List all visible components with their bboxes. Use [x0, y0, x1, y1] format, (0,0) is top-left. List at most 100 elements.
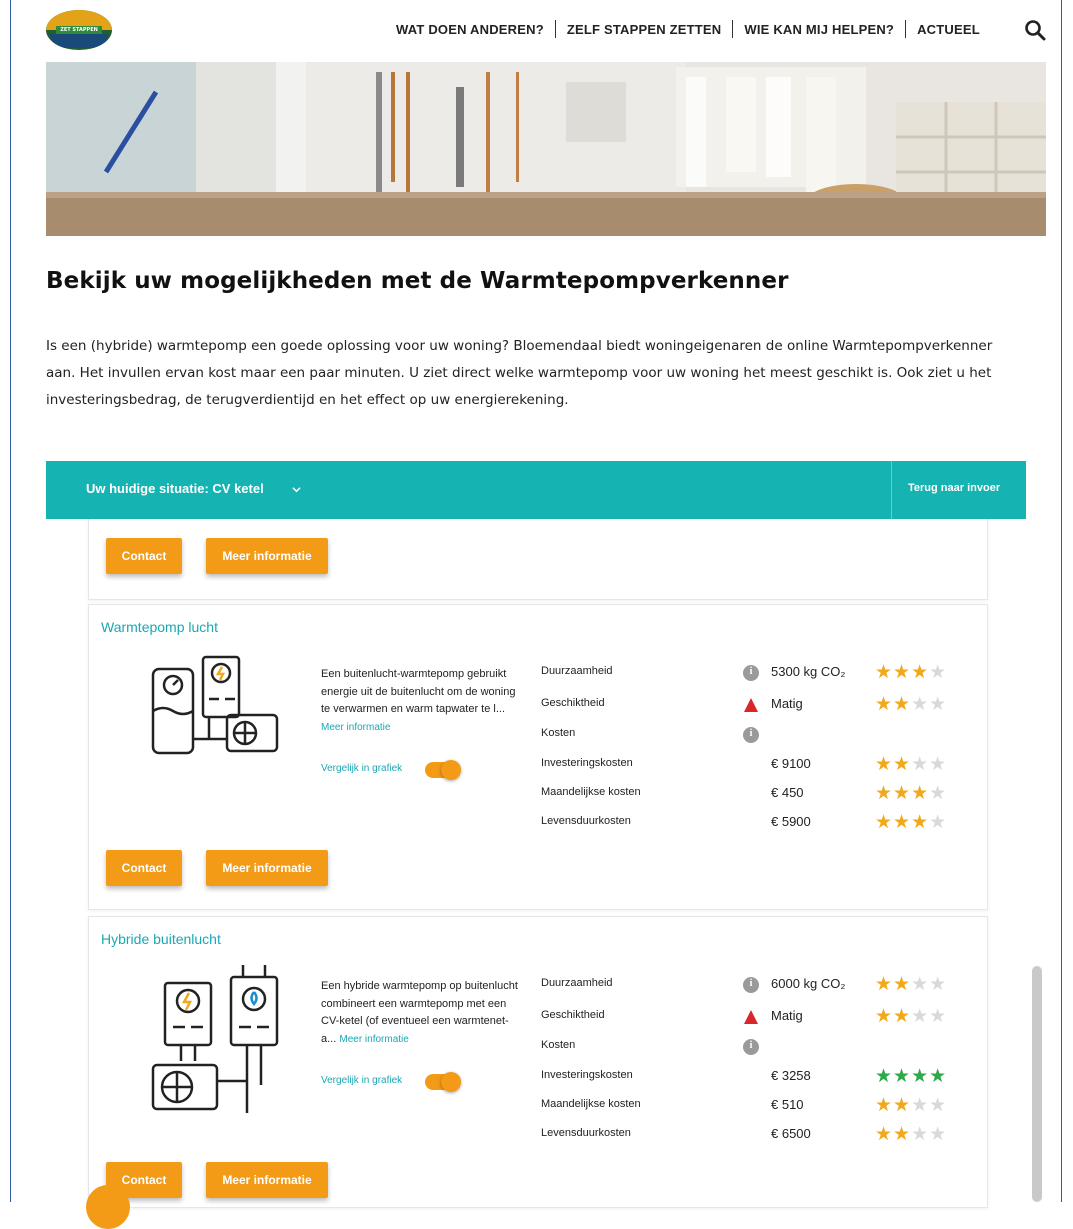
star-rating: ★★★★ — [875, 755, 947, 775]
star-icon: ★ — [875, 1124, 894, 1145]
star-icon: ★ — [929, 662, 948, 683]
more-info-button[interactable]: Meer informatie — [206, 850, 328, 886]
star-icon: ★ — [929, 694, 948, 715]
search-icon[interactable] — [1024, 19, 1046, 41]
star-rating: ★★★★ — [875, 813, 947, 833]
chat-bubble-button[interactable] — [86, 1185, 130, 1229]
main-nav: WAT DOEN ANDEREN? ZELF STAPPEN ZETTEN WI… — [396, 20, 980, 38]
metric-row-kosten: Kosten i — [541, 1037, 961, 1057]
star-icon: ★ — [911, 974, 930, 995]
star-icon: ★ — [929, 1066, 948, 1087]
chevron-down-icon[interactable] — [292, 485, 301, 494]
hybrid-heat-pump-illustration-icon — [151, 965, 279, 1113]
metric-row-kosten: Kosten i — [541, 725, 961, 745]
star-rating: ★★★★ — [875, 1067, 947, 1087]
hero-image — [46, 62, 1046, 236]
star-icon: ★ — [875, 1006, 894, 1027]
star-rating: ★★★★ — [875, 695, 947, 715]
star-rating: ★★★★ — [875, 663, 947, 683]
more-info-button[interactable]: Meer informatie — [206, 538, 328, 574]
metric-row-duurzaamheid: Duurzaamheid i 6000 kg CO₂ ★★★★ — [541, 974, 948, 995]
warning-icon — [744, 1010, 758, 1024]
situation-bar: Uw huidige situatie: CV ketel Terug naar… — [46, 461, 1026, 519]
metric-row-investeringskosten: Investeringskosten € 9100 ★★★★ — [541, 754, 948, 775]
more-info-link[interactable]: Meer informatie — [321, 722, 390, 733]
star-icon: ★ — [911, 1006, 930, 1027]
star-icon: ★ — [929, 812, 948, 833]
compare-in-chart-label: Vergelijk in grafiek — [321, 763, 403, 774]
metric-row-geschiktheid: Geschiktheid Matig ★★★★ — [541, 694, 948, 715]
metric-row-levensduurkosten: Levensduurkosten € 5900 ★★★★ — [541, 812, 948, 833]
back-to-input-link[interactable]: Terug naar invoer — [908, 482, 1000, 494]
star-icon: ★ — [893, 1095, 912, 1116]
metric-row-levensduurkosten: Levensduurkosten € 6500 ★★★★ — [541, 1124, 948, 1145]
star-icon: ★ — [893, 783, 912, 804]
star-rating: ★★★★ — [875, 784, 947, 804]
compare-toggle[interactable] — [425, 1072, 461, 1092]
star-icon: ★ — [911, 662, 930, 683]
star-icon: ★ — [893, 974, 912, 995]
nav-item-actueel[interactable]: ACTUEEL — [917, 22, 980, 37]
star-icon: ★ — [875, 1095, 894, 1116]
card-title: Hybride buitenlucht — [101, 931, 221, 947]
more-info-link[interactable]: Meer informatie — [339, 1034, 408, 1045]
star-rating: ★★★★ — [875, 1096, 947, 1116]
info-icon[interactable]: i — [743, 727, 759, 743]
star-icon: ★ — [929, 974, 948, 995]
contact-button[interactable]: Contact — [106, 850, 182, 886]
star-icon: ★ — [893, 694, 912, 715]
situation-dropdown[interactable]: Uw huidige situatie: CV ketel — [86, 481, 264, 496]
site-logo[interactable]: ZET STAPPEN — [46, 10, 112, 50]
star-icon: ★ — [875, 783, 894, 804]
star-icon: ★ — [875, 974, 894, 995]
star-icon: ★ — [875, 754, 894, 775]
star-icon: ★ — [911, 1124, 930, 1145]
contact-button[interactable]: Contact — [106, 538, 182, 574]
heat-pump-illustration-icon — [151, 655, 279, 755]
star-icon: ★ — [893, 754, 912, 775]
star-icon: ★ — [911, 754, 930, 775]
metric-row-geschiktheid: Geschiktheid Matig ★★★★ — [541, 1006, 948, 1027]
star-icon: ★ — [911, 783, 930, 804]
star-icon: ★ — [929, 754, 948, 775]
star-icon: ★ — [911, 812, 930, 833]
star-rating: ★★★★ — [875, 1007, 947, 1027]
star-icon: ★ — [929, 783, 948, 804]
nav-item-wie-kan-mij-helpen[interactable]: WIE KAN MIJ HELPEN? — [744, 22, 894, 37]
star-icon: ★ — [929, 1006, 948, 1027]
star-icon: ★ — [929, 1095, 948, 1116]
info-icon[interactable]: i — [743, 977, 759, 993]
star-rating: ★★★★ — [875, 1125, 947, 1145]
warning-icon — [744, 698, 758, 712]
star-rating: ★★★★ — [875, 975, 947, 995]
star-icon: ★ — [893, 662, 912, 683]
star-icon: ★ — [875, 662, 894, 683]
metric-row-investeringskosten: Investeringskosten € 3258 ★★★★ — [541, 1066, 948, 1087]
compare-toggle[interactable] — [425, 760, 461, 780]
metric-row-duurzaamheid: Duurzaamheid i 5300 kg CO₂ ★★★★ — [541, 662, 948, 683]
card-description: Een buitenlucht-warmtepomp gebruikt ener… — [321, 668, 516, 733]
scrollbar-thumb[interactable] — [1032, 966, 1042, 1202]
info-icon[interactable]: i — [743, 665, 759, 681]
star-icon: ★ — [911, 1095, 930, 1116]
intro-text: Is een (hybride) warmtepomp een goede op… — [46, 338, 993, 408]
card-title: Warmtepomp lucht — [101, 619, 218, 635]
nav-item-zelf-stappen-zetten[interactable]: ZELF STAPPEN ZETTEN — [567, 22, 722, 37]
star-icon: ★ — [893, 1066, 912, 1087]
star-icon: ★ — [929, 1124, 948, 1145]
star-icon: ★ — [911, 694, 930, 715]
star-icon: ★ — [875, 694, 894, 715]
compare-in-chart-label: Vergelijk in grafiek — [321, 1075, 403, 1086]
metric-row-maandelijkse-kosten: Maandelijkse kosten € 450 ★★★★ — [541, 783, 948, 804]
star-icon: ★ — [893, 812, 912, 833]
nav-item-wat-doen-anderen[interactable]: WAT DOEN ANDEREN? — [396, 22, 544, 37]
star-icon: ★ — [875, 1066, 894, 1087]
page-title: Bekijk uw mogelijkheden met de Warmtepom… — [46, 268, 789, 294]
star-icon: ★ — [911, 1066, 930, 1087]
info-icon[interactable]: i — [743, 1039, 759, 1055]
star-icon: ★ — [893, 1006, 912, 1027]
star-icon: ★ — [875, 812, 894, 833]
star-icon: ★ — [893, 1124, 912, 1145]
card-description: Een hybride warmtepomp op buitenlucht co… — [321, 980, 518, 1045]
more-info-button[interactable]: Meer informatie — [206, 1162, 328, 1198]
